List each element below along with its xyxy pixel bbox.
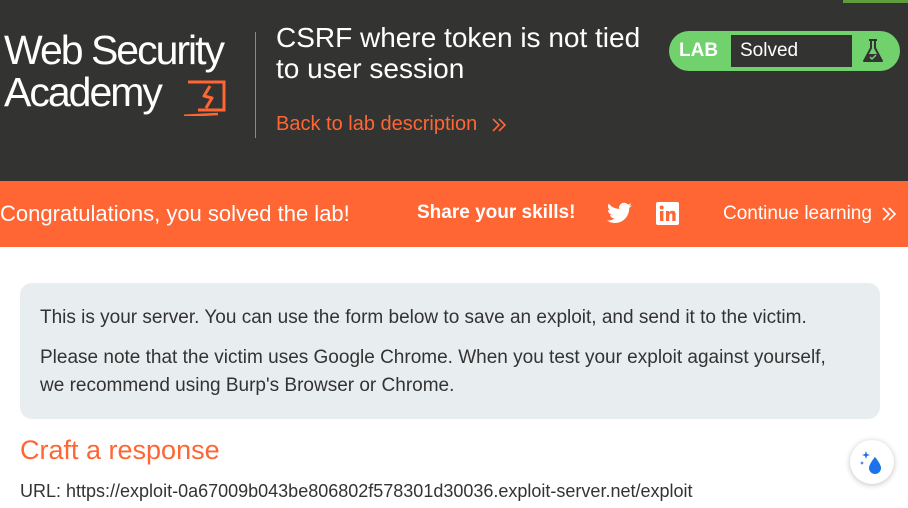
lab-status-tag: LAB	[679, 40, 719, 61]
back-to-lab-description-link[interactable]: Back to lab description	[276, 113, 507, 136]
header-divider	[255, 32, 256, 138]
share-skills-label: Share your skills!	[417, 202, 576, 223]
solved-banner: Congratulations, you solved the lab! Sha…	[0, 181, 908, 247]
exploit-url: URL: https://exploit-0a67009b043be806802…	[20, 481, 693, 501]
floating-assistant-button[interactable]	[850, 440, 894, 484]
craft-response-heading: Craft a response	[20, 435, 220, 465]
linkedin-icon[interactable]	[656, 202, 679, 225]
lab-status-badge: LAB Solved	[669, 31, 900, 71]
lab-status-value: Solved	[731, 35, 852, 67]
lab-title: CSRF where token is not tied to user ses…	[276, 22, 641, 84]
logo-text-line2: Academy	[4, 69, 163, 115]
continue-learning-label: Continue learning	[723, 203, 872, 224]
lab-header: Web Security Academy CSRF where token is…	[0, 0, 908, 181]
continue-learning-link[interactable]: Continue learning	[723, 181, 897, 247]
twitter-icon[interactable]	[606, 202, 633, 226]
double-chevron-right-icon	[882, 207, 897, 221]
server-info-box: This is your server. You can use the for…	[20, 283, 880, 419]
solved-message: Congratulations, you solved the lab!	[0, 201, 350, 226]
logo-text-line1: Web Security	[4, 27, 225, 73]
back-link-label: Back to lab description	[276, 113, 478, 135]
sparkle-drop-icon	[860, 451, 881, 474]
info-paragraph-server: This is your server. You can use the for…	[40, 307, 807, 328]
flask-icon	[863, 39, 883, 62]
info-paragraph-browser: Please note that the victim uses Google …	[40, 347, 826, 396]
academy-logo[interactable]: Web Security Academy	[4, 28, 254, 123]
header-accent-line	[843, 0, 908, 3]
logo-bolt-icon	[184, 80, 226, 116]
double-chevron-right-icon	[492, 118, 506, 132]
